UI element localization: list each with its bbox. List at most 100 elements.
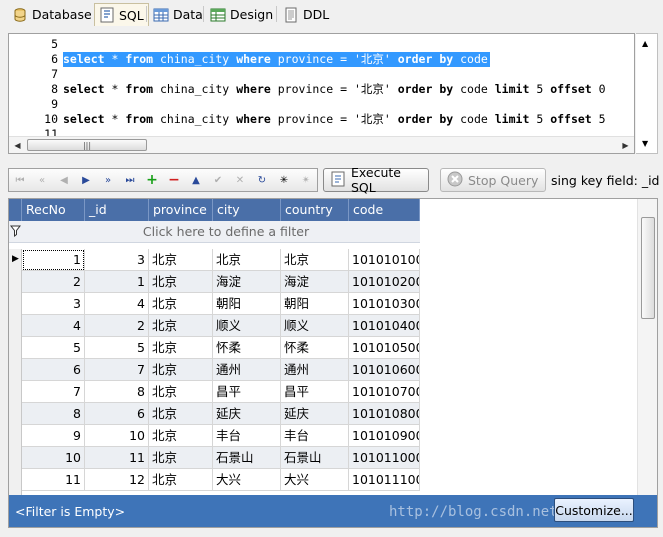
table-row[interactable]: 10 11 北京 石景山 石景山 101011000 xyxy=(9,447,420,469)
cell-code[interactable]: 101010900 xyxy=(349,425,420,447)
cell-province[interactable]: 北京 xyxy=(149,293,213,315)
cell-code[interactable]: 101010700 xyxy=(349,381,420,403)
table-row[interactable]: 5 5 北京 怀柔 怀柔 101010500 xyxy=(9,337,420,359)
cell-city[interactable]: 丰台 xyxy=(213,425,281,447)
cell-country[interactable]: 北京 xyxy=(281,249,349,271)
selected-sql-text[interactable]: select * from china_city where province … xyxy=(63,52,490,67)
cell-id[interactable]: 8 xyxy=(85,381,149,403)
first-page-icon[interactable]: ⏮ xyxy=(9,169,31,191)
editor-line[interactable]: 7 xyxy=(9,67,634,82)
cell-country[interactable]: 延庆 xyxy=(281,403,349,425)
cell-recno[interactable]: 6 xyxy=(22,359,85,381)
editor-line[interactable]: 10 select * from china_city where provinc… xyxy=(9,112,634,127)
post-edit-icon[interactable]: ✔ xyxy=(207,169,229,191)
editor-line[interactable]: 6 select * from china_city where province… xyxy=(9,52,634,67)
cell-code[interactable]: 101010300 xyxy=(349,293,420,315)
delete-record-icon[interactable]: − xyxy=(163,169,185,191)
editor-scroll-thumb[interactable]: ||| xyxy=(27,139,147,151)
refresh-icon[interactable]: ↻ xyxy=(251,169,273,191)
cell-province[interactable]: 北京 xyxy=(149,271,213,293)
cell-country[interactable]: 大兴 xyxy=(281,469,349,491)
sql-editor[interactable]: 5 6 select * from china_city where provinc… xyxy=(8,33,635,154)
cell-country[interactable]: 丰台 xyxy=(281,425,349,447)
next-record-icon[interactable]: ▶ xyxy=(75,169,97,191)
execute-sql-button[interactable]: Execute SQL xyxy=(323,165,429,195)
cell-code[interactable]: 101011100 xyxy=(349,469,420,491)
cell-country[interactable]: 昌平 xyxy=(281,381,349,403)
tab-design[interactable]: Design xyxy=(206,3,277,26)
editor-line[interactable]: 5 xyxy=(9,37,634,52)
cell-id[interactable]: 3 xyxy=(85,249,149,271)
cell-id[interactable]: 5 xyxy=(85,337,149,359)
cell-id[interactable]: 12 xyxy=(85,469,149,491)
cell-country[interactable]: 海淀 xyxy=(281,271,349,293)
column-header-country[interactable]: country xyxy=(281,199,349,221)
tab-ddl[interactable]: DDL xyxy=(279,3,333,26)
cell-province[interactable]: 北京 xyxy=(149,425,213,447)
scroll-left-arrow-icon[interactable]: ◀ xyxy=(9,137,26,153)
scroll-down-arrow-icon[interactable]: ▼ xyxy=(642,139,648,148)
cell-city[interactable]: 大兴 xyxy=(213,469,281,491)
cell-city[interactable]: 北京 xyxy=(213,249,281,271)
cell-country[interactable]: 怀柔 xyxy=(281,337,349,359)
column-header-recno[interactable]: RecNo xyxy=(22,199,85,221)
editor-horizontal-scrollbar[interactable]: ◀ ||| ▶ xyxy=(9,136,634,153)
table-row[interactable]: 2 1 北京 海淀 海淀 101010200 xyxy=(9,271,420,293)
cell-country[interactable]: 顺义 xyxy=(281,315,349,337)
cell-province[interactable]: 北京 xyxy=(149,469,213,491)
cell-city[interactable]: 顺义 xyxy=(213,315,281,337)
prior-record-icon[interactable]: ◀ xyxy=(53,169,75,191)
cell-id[interactable]: 2 xyxy=(85,315,149,337)
column-header-city[interactable]: city xyxy=(213,199,281,221)
cell-recno[interactable]: 10 xyxy=(22,447,85,469)
tab-database[interactable]: Database xyxy=(8,3,96,26)
table-row[interactable]: 3 4 北京 朝阳 朝阳 101010300 xyxy=(9,293,420,315)
cell-code[interactable]: 101010600 xyxy=(349,359,420,381)
cell-id[interactable]: 4 xyxy=(85,293,149,315)
cell-id[interactable]: 6 xyxy=(85,403,149,425)
sql-code-area[interactable]: 5 6 select * from china_city where provinc… xyxy=(9,34,634,137)
scroll-up-arrow-icon[interactable]: ▲ xyxy=(642,39,648,48)
cell-city[interactable]: 怀柔 xyxy=(213,337,281,359)
cell-recno[interactable]: 3 xyxy=(22,293,85,315)
table-row[interactable]: 7 8 北京 昌平 昌平 101010700 xyxy=(9,381,420,403)
sql-text[interactable]: select * from china_city where province … xyxy=(63,112,606,127)
column-header-id[interactable]: _id xyxy=(85,199,149,221)
cell-city[interactable]: 石景山 xyxy=(213,447,281,469)
scroll-right-arrow-icon[interactable]: ▶ xyxy=(617,137,634,153)
cell-province[interactable]: 北京 xyxy=(149,447,213,469)
cell-province[interactable]: 北京 xyxy=(149,359,213,381)
editor-line[interactable]: 8 select * from china_city where province… xyxy=(9,82,634,97)
cell-recno[interactable]: 4 xyxy=(22,315,85,337)
cell-code[interactable]: 101010500 xyxy=(349,337,420,359)
bookmark-asterisk-icon[interactable]: ✳ xyxy=(273,169,295,191)
next-page-icon[interactable]: » xyxy=(97,169,119,191)
cell-country[interactable]: 通州 xyxy=(281,359,349,381)
cell-code[interactable]: 101011000 xyxy=(349,447,420,469)
cell-id[interactable]: 10 xyxy=(85,425,149,447)
cell-country[interactable]: 朝阳 xyxy=(281,293,349,315)
cell-code[interactable]: 101010400 xyxy=(349,315,420,337)
column-header-code[interactable]: code xyxy=(349,199,420,221)
cancel-edit-icon[interactable]: ✕ xyxy=(229,169,251,191)
result-grid[interactable]: RecNo _id province city country code Cli… xyxy=(8,198,658,528)
table-row[interactable]: 11 12 北京 大兴 大兴 101011100 xyxy=(9,469,420,491)
cell-recno[interactable]: 8 xyxy=(22,403,85,425)
cell-code[interactable]: 101010200 xyxy=(349,271,420,293)
cell-country[interactable]: 石景山 xyxy=(281,447,349,469)
editor-line[interactable]: 9 xyxy=(9,97,634,112)
last-page-icon[interactable]: ⏭ xyxy=(119,169,141,191)
insert-record-icon[interactable]: + xyxy=(141,169,163,191)
grid-vertical-scrollbar[interactable] xyxy=(637,199,657,499)
customize-button[interactable]: Customize... xyxy=(554,498,634,522)
cell-code[interactable]: 101010100 xyxy=(349,249,420,271)
cell-city[interactable]: 海淀 xyxy=(213,271,281,293)
cell-city[interactable]: 朝阳 xyxy=(213,293,281,315)
cell-province[interactable]: 北京 xyxy=(149,315,213,337)
cell-city[interactable]: 延庆 xyxy=(213,403,281,425)
cell-province[interactable]: 北京 xyxy=(149,403,213,425)
cell-recno[interactable]: 1 xyxy=(22,249,85,271)
cell-id[interactable]: 1 xyxy=(85,271,149,293)
table-row[interactable]: 4 2 北京 顺义 顺义 101010400 xyxy=(9,315,420,337)
stop-query-button[interactable]: Stop Query xyxy=(440,168,546,192)
